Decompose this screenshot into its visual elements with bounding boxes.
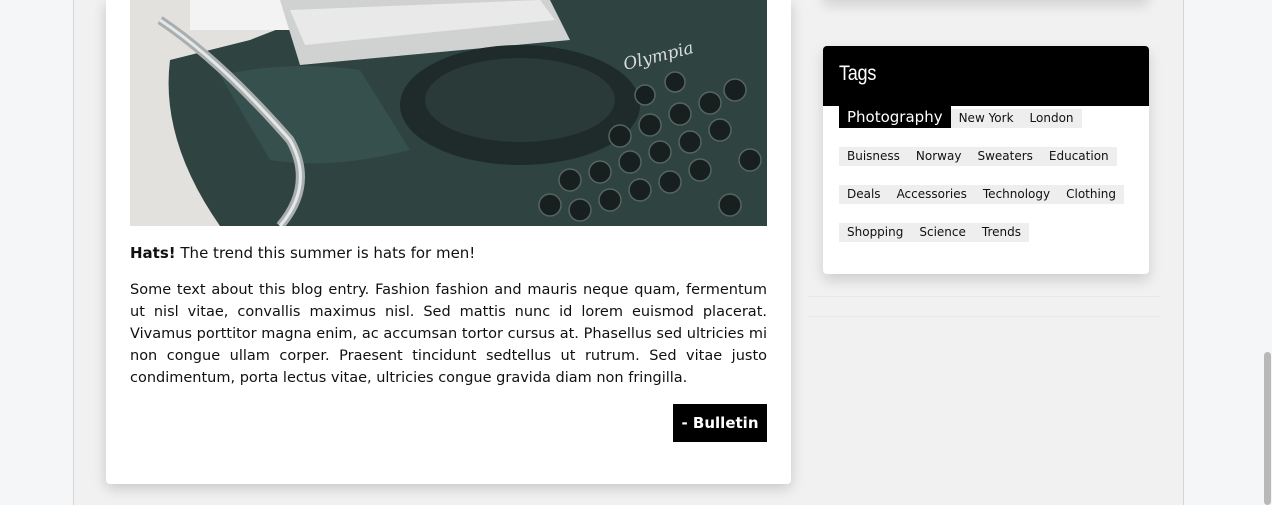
sidebar-divider — [808, 316, 1161, 317]
tag-education[interactable]: Education — [1040, 147, 1117, 166]
tag-row: Shopping Science Trends — [839, 223, 1029, 242]
tag-trends[interactable]: Trends — [973, 223, 1029, 242]
tag-row: Buisness Norway Sweaters Education — [839, 147, 1117, 166]
tag-new-york[interactable]: New York — [950, 109, 1022, 128]
tag-sweaters[interactable]: Sweaters — [969, 147, 1041, 166]
author-button[interactable]: - Bulletin — [673, 404, 767, 442]
tags-widget: Tags Photography New York London Buisnes… — [823, 46, 1149, 274]
blog-post-headline: Hats! The trend this summer is hats for … — [130, 241, 767, 265]
tag-buisness[interactable]: Buisness — [839, 147, 908, 166]
tag-clothing[interactable]: Clothing — [1058, 185, 1125, 204]
headline-text: The trend this summer is hats for men! — [175, 244, 476, 262]
headline-strong: Hats! — [130, 244, 176, 262]
tags-widget-title: Tags — [839, 62, 877, 85]
tags-widget-header: Tags — [823, 46, 1149, 106]
tag-shopping[interactable]: Shopping — [839, 223, 912, 242]
tag-accessories[interactable]: Accessories — [888, 185, 975, 204]
scrollbar-thumb[interactable] — [1264, 352, 1271, 505]
tag-norway[interactable]: Norway — [907, 147, 970, 166]
blog-post-body: Some text about this blog entry. Fashion… — [130, 282, 767, 386]
blog-post-image: Olympia — [130, 0, 767, 226]
tag-science[interactable]: Science — [911, 223, 974, 242]
tag-london[interactable]: London — [1021, 109, 1082, 128]
tag-photography[interactable]: Photography — [839, 106, 951, 128]
tag-technology[interactable]: Technology — [974, 185, 1059, 204]
tag-deals[interactable]: Deals — [839, 185, 889, 204]
tag-row: Deals Accessories Technology Clothing — [839, 185, 1125, 204]
blog-post-card: Olympia Hats! The trend this summer is h… — [106, 0, 791, 484]
sidebar-divider — [808, 296, 1161, 297]
tag-row: Photography New York London — [839, 106, 1082, 128]
